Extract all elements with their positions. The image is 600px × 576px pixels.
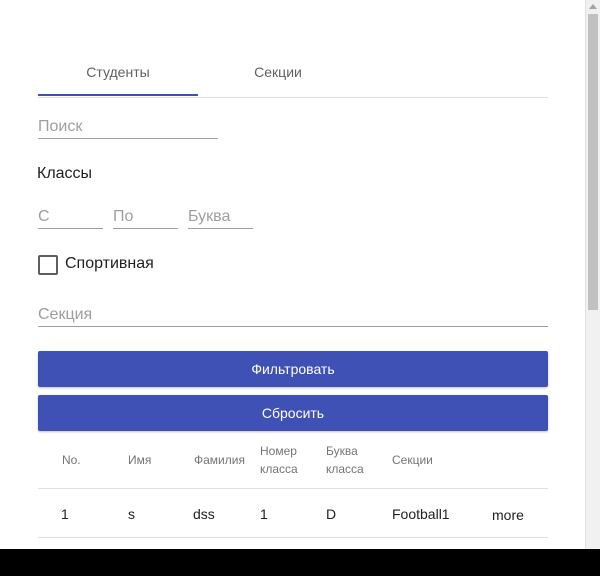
class-letter-field: [188, 206, 253, 229]
search-input[interactable]: [38, 116, 218, 138]
main-viewport: Студенты Секции Классы Спортивная Фильтр…: [0, 0, 585, 549]
column-header-class-letter-line2: класса: [326, 462, 364, 476]
table-header: No. Имя Фамилия Номер класса Буква класс…: [38, 436, 548, 489]
class-to-field: [113, 206, 178, 229]
scrollbar-thumb[interactable]: [588, 14, 598, 310]
column-header-sections: Секции: [392, 453, 433, 467]
students-table: No. Имя Фамилия Номер класса Буква класс…: [38, 436, 548, 538]
search-field: [38, 116, 218, 139]
column-header-surname: Фамилия: [194, 453, 245, 467]
column-header-class-letter: Буква класса: [326, 442, 364, 478]
sport-checkbox-label: Спортивная: [65, 255, 154, 272]
class-from-input[interactable]: [38, 206, 103, 228]
active-tab-indicator: [38, 94, 198, 96]
class-letter-input[interactable]: [188, 206, 253, 228]
column-header-name: Имя: [128, 453, 152, 467]
class-from-field: [38, 206, 103, 229]
cell-name: s: [128, 506, 135, 522]
section-field: [38, 304, 548, 327]
column-header-class-number-line2: класса: [260, 462, 298, 476]
column-header-class-number-line1: Номер: [260, 444, 297, 458]
cell-class-letter: D: [326, 506, 337, 522]
column-header-no: No.: [62, 453, 81, 467]
reset-button[interactable]: Сбросить: [38, 395, 548, 431]
section-input[interactable]: [38, 304, 548, 326]
column-header-class-letter-line1: Буква: [326, 444, 358, 458]
tab-bar: Студенты Секции: [38, 56, 548, 98]
cell-sections: Football1: [392, 506, 450, 522]
vertical-scrollbar[interactable]: [585, 0, 600, 549]
more-button[interactable]: more: [492, 507, 524, 523]
sport-checkbox[interactable]: [38, 255, 58, 275]
cell-surname: dss: [193, 506, 215, 522]
cell-class-number: 1: [260, 506, 268, 522]
classes-heading: Классы: [37, 165, 93, 182]
class-to-input[interactable]: [113, 206, 178, 228]
scroll-up-arrow-icon[interactable]: [589, 4, 597, 9]
column-header-class-number: Номер класса: [260, 442, 298, 478]
tab-students[interactable]: Студенты: [38, 56, 198, 96]
cell-no: 1: [61, 506, 69, 522]
table-row: 1 s dss 1 D Football1 more: [38, 489, 548, 538]
tab-sections[interactable]: Секции: [198, 56, 358, 96]
filter-button[interactable]: Фильтровать: [38, 351, 548, 387]
